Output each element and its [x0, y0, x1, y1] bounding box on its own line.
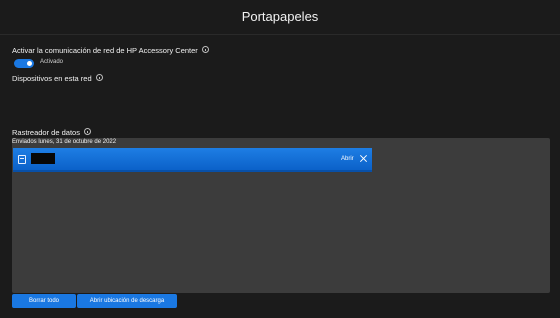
tracker-section: Rastreador de datos: [12, 128, 91, 137]
devices-label: Dispositivos en esta red: [12, 74, 92, 83]
file-name-redacted: [31, 153, 55, 164]
toggle-state-label: Activado: [40, 59, 64, 65]
info-icon[interactable]: [83, 128, 91, 135]
devices-section: Dispositivos en esta red: [12, 74, 103, 83]
network-label: Activar la comunicación de red de HP Acc…: [12, 46, 198, 55]
network-setting: Activar la comunicación de red de HP Acc…: [12, 46, 209, 55]
file-icon: [18, 155, 26, 164]
info-icon[interactable]: [201, 46, 209, 53]
open-download-location-button[interactable]: Abrir ubicación de descarga: [77, 294, 177, 308]
close-icon[interactable]: [358, 153, 368, 163]
sent-date: Enviados lunes, 31 de octubre de 2022: [12, 139, 117, 145]
open-file-button[interactable]: Abrir: [341, 156, 354, 162]
header: Portapapeles: [0, 0, 560, 35]
tracker-label: Rastreador de datos: [12, 128, 80, 137]
file-item[interactable]: Abrir: [13, 148, 372, 172]
clear-all-button[interactable]: Borrar todo: [12, 294, 76, 308]
page-title: Portapapeles: [241, 9, 319, 24]
network-toggle[interactable]: [14, 59, 34, 68]
info-icon[interactable]: [95, 74, 103, 81]
